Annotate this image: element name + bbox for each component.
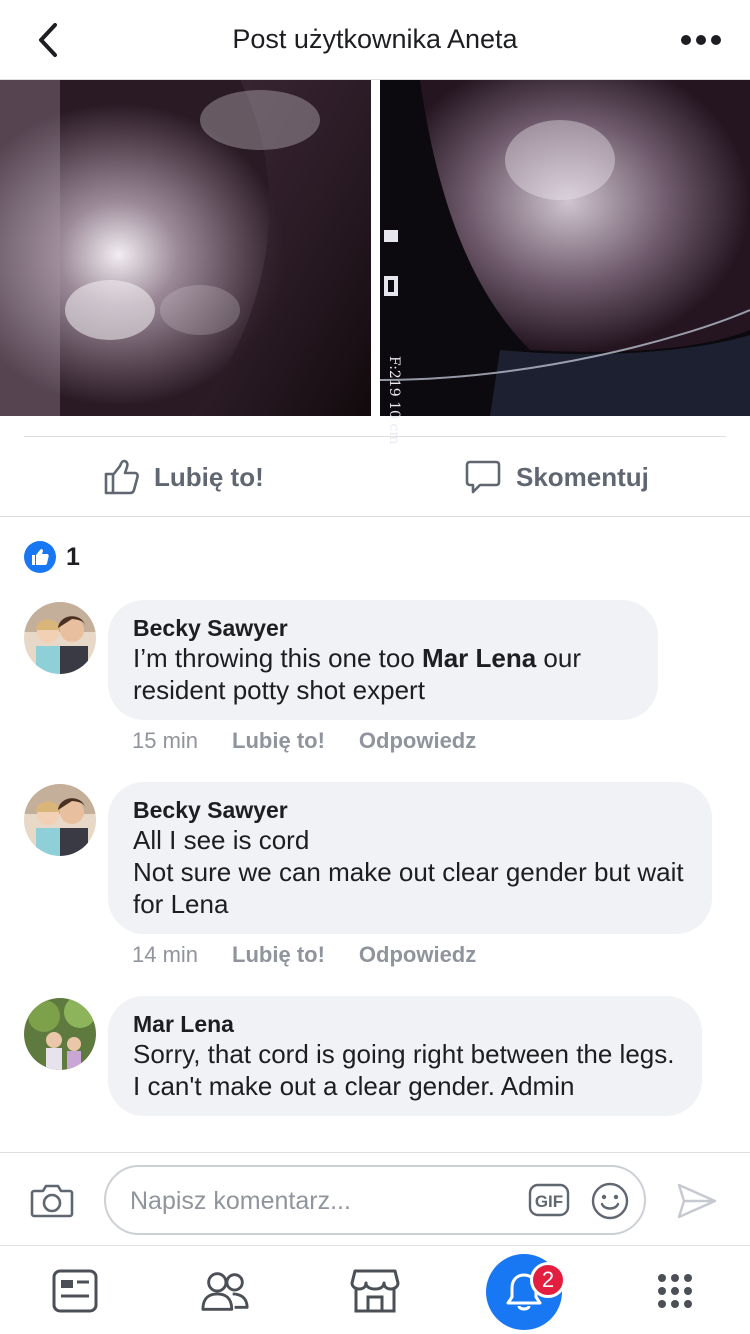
comment-text-line: Not sure we can make out clear gender bu… [133, 857, 684, 919]
comment-meta: 14 min Lubię to! Odpowiedz [132, 942, 476, 968]
bottom-tab-bar [0, 1246, 750, 1334]
gif-icon: GIF [528, 1183, 570, 1217]
smiley-icon [591, 1182, 629, 1220]
marketplace-icon [350, 1269, 400, 1313]
top-bar: Post użytkownika Aneta [0, 0, 750, 80]
svg-text:GIF: GIF [535, 1192, 563, 1211]
comment-reply-link[interactable]: Odpowiedz [359, 728, 476, 754]
ultrasound-photo-1[interactable] [0, 80, 371, 416]
grid-menu-icon [658, 1274, 692, 1308]
more-button[interactable] [676, 22, 726, 58]
send-icon [677, 1183, 717, 1219]
comment-text-line: All I see is cord [133, 825, 310, 855]
news-feed-icon [52, 1269, 98, 1313]
comment-author[interactable]: Becky Sawyer [133, 614, 634, 642]
reactions-summary[interactable]: 1 [24, 540, 80, 574]
notifications-badge: 2 [530, 1262, 566, 1298]
comment-bubble[interactable]: Becky Sawyer All I see is cord Not sure … [108, 782, 712, 934]
avatar[interactable] [24, 998, 96, 1070]
comment-button[interactable]: Skomentuj [464, 455, 649, 499]
post-actions: Lubię to! Skomentuj [0, 437, 750, 517]
comment-time: 14 min [132, 942, 199, 967]
camera-button[interactable] [30, 1181, 74, 1224]
comment-bubble-icon [465, 460, 501, 494]
like-reaction-icon [24, 541, 56, 573]
mention-link[interactable]: Mar Lena [422, 643, 536, 673]
thumbs-up-icon [104, 459, 139, 495]
comment-composer: Napisz komentarz... GIF [0, 1152, 750, 1246]
comment-input-placeholder: Napisz komentarz... [130, 1187, 351, 1215]
comment-like-link[interactable]: Lubię to! [232, 942, 325, 968]
tab-marketplace[interactable] [350, 1266, 400, 1316]
emoji-button[interactable] [590, 1181, 630, 1226]
comment-author[interactable]: Mar Lena [133, 1010, 678, 1038]
avatar[interactable] [24, 602, 96, 674]
comment-input[interactable]: Napisz komentarz... GIF [104, 1165, 646, 1235]
comment-text: Sorry, that cord is going right between … [133, 1039, 675, 1101]
tab-menu[interactable] [650, 1266, 700, 1316]
like-label: Lubię to! [154, 461, 264, 492]
send-button[interactable] [676, 1181, 718, 1226]
friends-icon [201, 1272, 249, 1311]
tab-friends[interactable] [200, 1266, 250, 1316]
comment-label: Skomentuj [516, 461, 649, 492]
camera-icon [30, 1184, 74, 1218]
tab-news-feed[interactable] [50, 1266, 100, 1316]
comment-like-link[interactable]: Lubię to! [232, 728, 325, 754]
page-title: Post użytkownika Aneta [232, 24, 518, 54]
comment-bubble[interactable]: Becky Sawyer I’m throwing this one too M… [108, 600, 658, 720]
more-dots-icon [681, 35, 721, 45]
gif-button[interactable]: GIF [528, 1182, 570, 1223]
ultrasound-photo-2[interactable] [380, 80, 750, 416]
post-photos: F:219 10 cm [0, 80, 750, 444]
like-button[interactable]: Lubię to! [102, 455, 264, 499]
reaction-count: 1 [66, 542, 80, 571]
comment-bubble[interactable]: Mar Lena Sorry, that cord is going right… [108, 996, 702, 1116]
comment-author[interactable]: Becky Sawyer [133, 796, 688, 824]
comment-text: I’m throwing this one too Mar Lena our r… [133, 643, 582, 705]
ultrasound-overlay-text: F:219 10 cm [386, 356, 402, 445]
comment-reply-link[interactable]: Odpowiedz [359, 942, 476, 968]
comment-time: 15 min [132, 728, 199, 753]
avatar[interactable] [24, 784, 96, 856]
comment-meta: 15 min Lubię to! Odpowiedz [132, 728, 476, 754]
